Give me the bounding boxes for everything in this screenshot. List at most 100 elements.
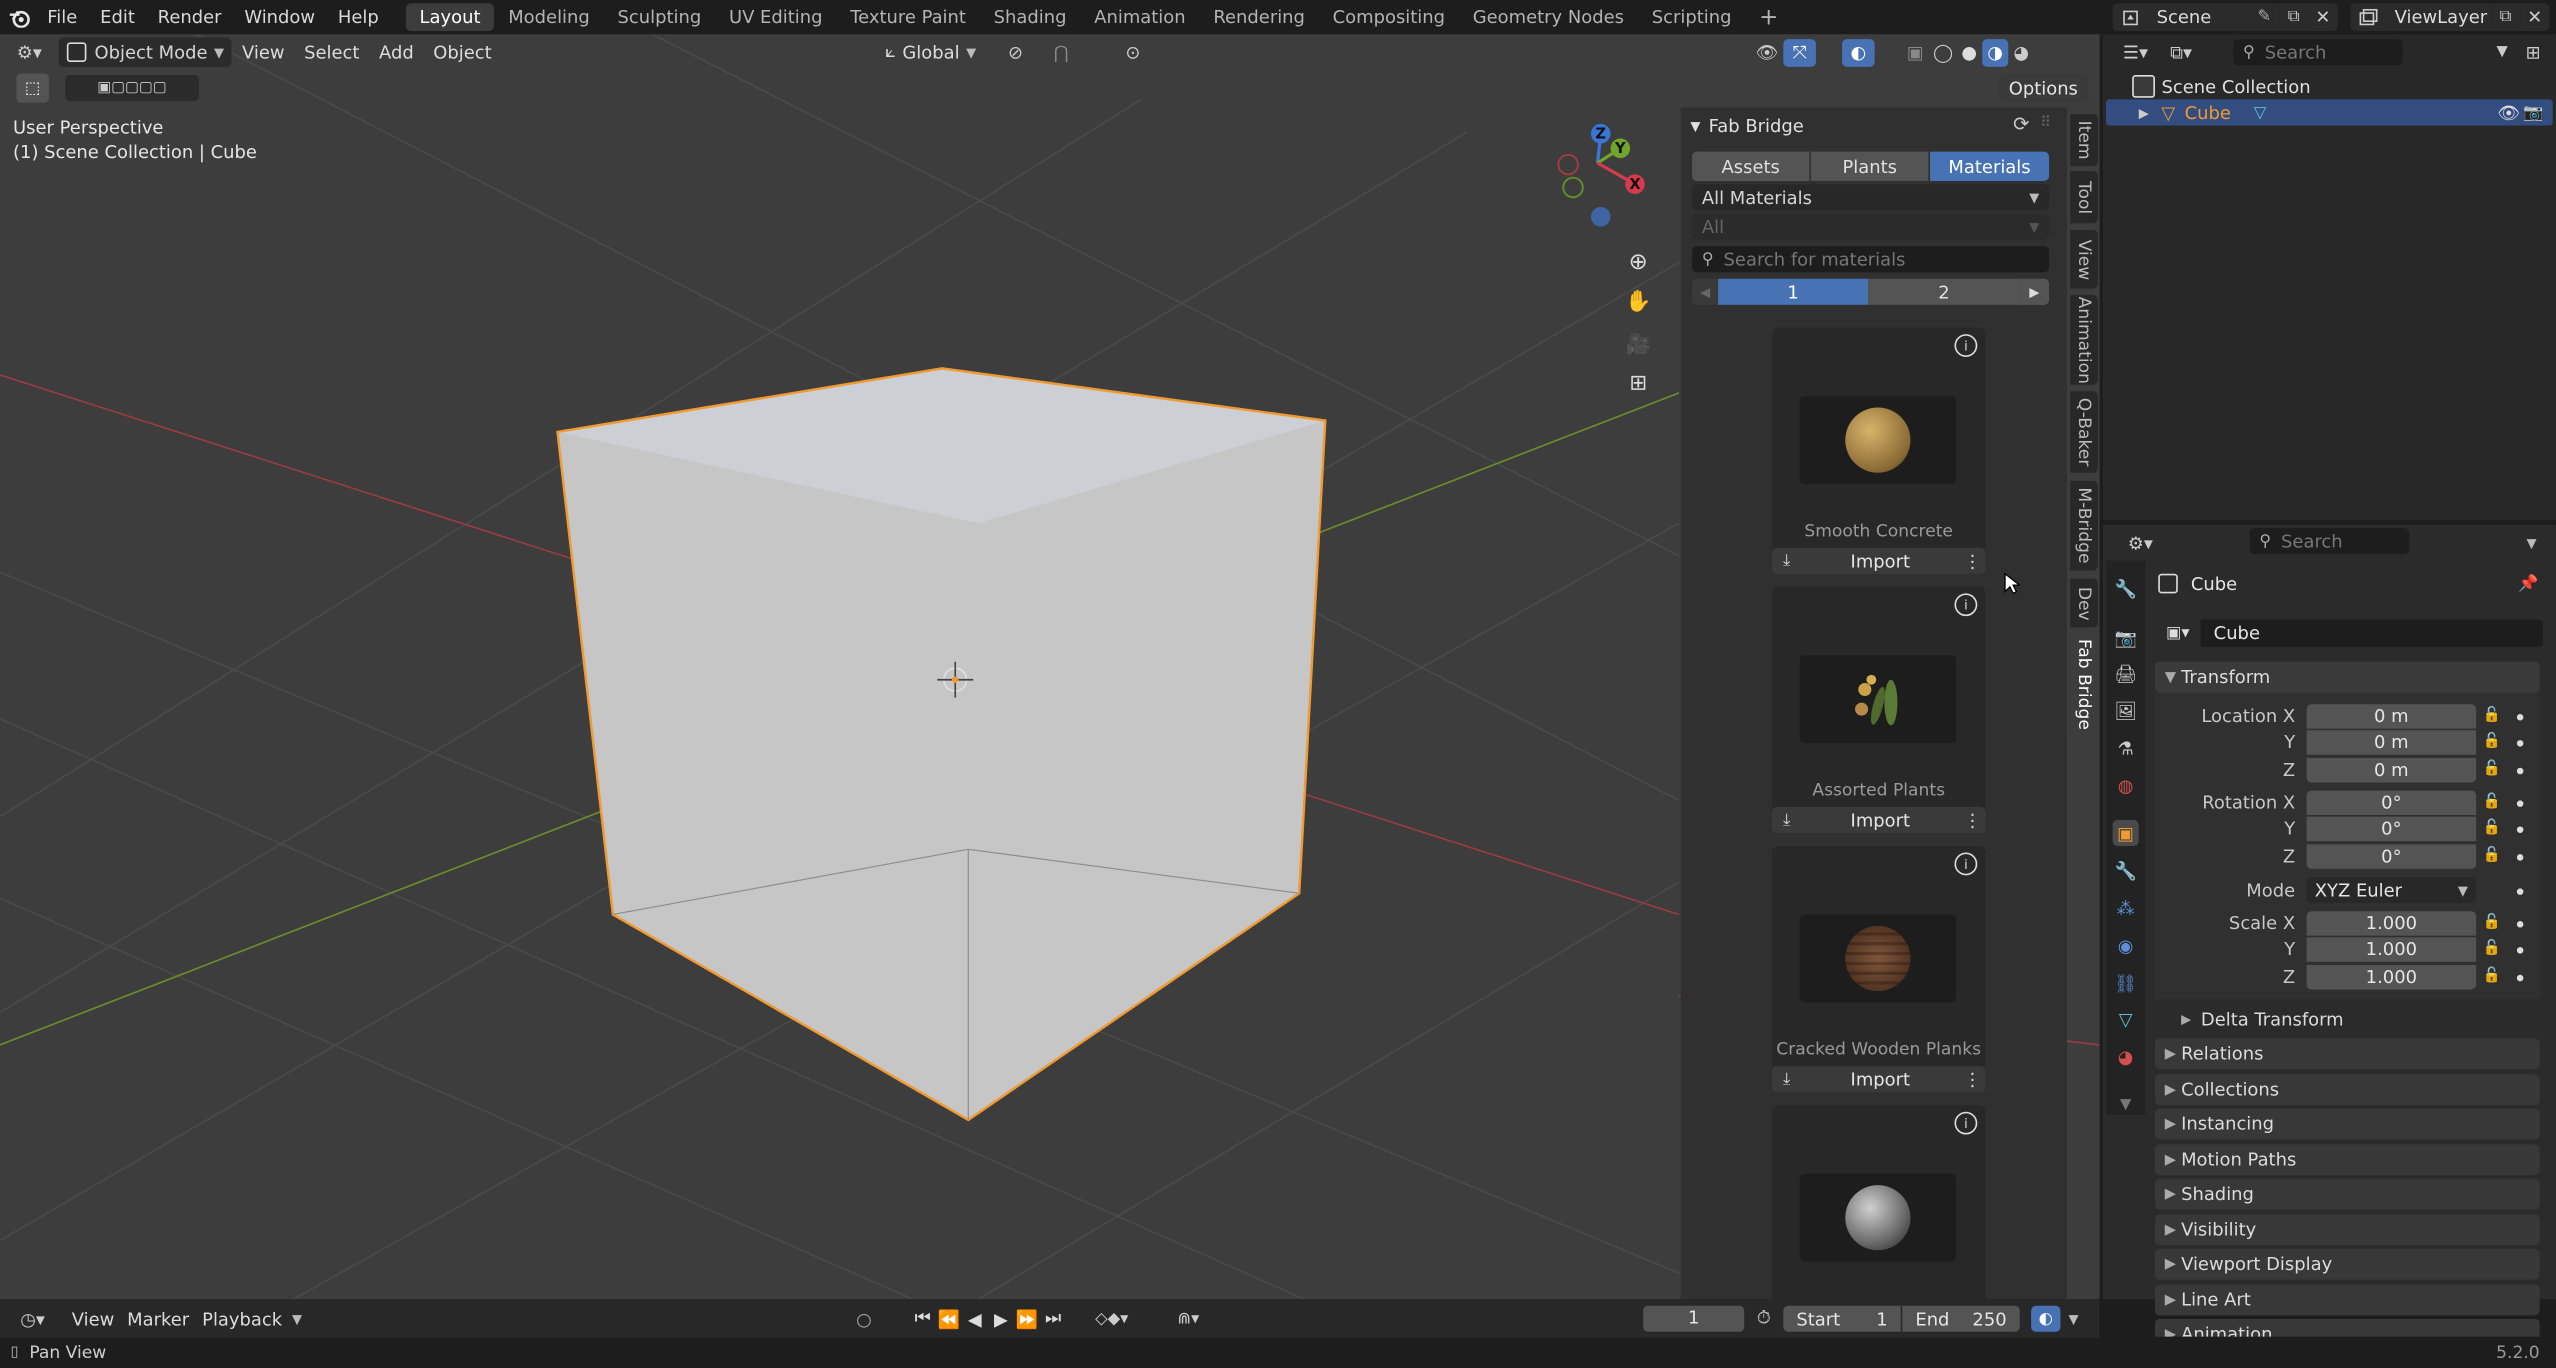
scene-icon[interactable]: ⚗ (2113, 735, 2139, 761)
orientation-selector[interactable]: ⟀ Global ▼ (885, 37, 976, 66)
pin-icon[interactable]: 📌 (2517, 572, 2540, 595)
more-options-icon[interactable]: ⋮ (1959, 1066, 1985, 1092)
wireframe-shading-icon[interactable]: ◯ (1930, 39, 1956, 67)
outliner-search[interactable]: ⚲ Search (2233, 39, 2403, 66)
side-tab-tool[interactable]: Tool (2070, 171, 2098, 224)
delta-transform-subpanel[interactable]: ▶ Delta Transform (2181, 1007, 2344, 1030)
keyframe-dot-icon[interactable] (2516, 713, 2524, 721)
tab-texture-paint[interactable]: Texture Paint (837, 3, 979, 31)
zoom-icon[interactable]: ⊕ (1620, 241, 1656, 282)
stopwatch-icon[interactable]: ⏱ (1751, 1306, 1777, 1332)
pin-icon[interactable]: ✎ (2249, 3, 2279, 31)
download-icon[interactable]: ⤓ (1772, 548, 1801, 574)
tab-compositing[interactable]: Compositing (1320, 3, 1458, 31)
output-icon[interactable]: 🖨 (2113, 660, 2139, 686)
lock-icon[interactable]: 🔓 (2483, 707, 2501, 723)
gizmo-toggle-icon[interactable]: ⤧ (1783, 39, 1816, 67)
overlay-toggle-icon[interactable]: ◐ (2031, 1305, 2061, 1332)
keyframe-dot-icon[interactable] (2516, 974, 2524, 982)
editor-type-icon[interactable]: ⚙▾ (7, 37, 53, 66)
panel-viewport-display[interactable]: ▶ Viewport Display (2154, 1248, 2540, 1280)
keyframe-dot-icon[interactable] (2516, 740, 2524, 747)
tab-sculpting[interactable]: Sculpting (604, 3, 714, 31)
constraints-icon[interactable]: ⛓ (2113, 970, 2139, 996)
transform-panel-header[interactable]: ▼ Transform (2154, 661, 2540, 693)
info-icon[interactable]: i (1954, 1111, 1978, 1135)
pan-hand-icon[interactable]: ✋ (1620, 282, 1656, 323)
panel-instancing[interactable]: ▶ Instancing (2154, 1108, 2540, 1140)
lock-icon[interactable]: 🔓 (2483, 734, 2501, 750)
properties-search[interactable]: ⚲ Search (2249, 528, 2410, 555)
selection-mode-icons[interactable]: ▣▢▢▢▢ (65, 74, 199, 102)
material-card[interactable]: i Assorted Plants ⤓ Import ⋮ (1771, 586, 1986, 833)
add-workspace-button[interactable]: + (1746, 3, 1791, 31)
editor-type-icon[interactable]: ◷▾ (10, 1304, 56, 1333)
menu-object[interactable]: Object (423, 37, 501, 66)
location-z-field[interactable]: 0 m (2306, 757, 2477, 783)
keyframe-dot-icon[interactable] (2516, 888, 2524, 895)
auto-keying-icon[interactable]: ⋒▾ (1166, 1306, 1212, 1332)
chevron-down-icon[interactable]: ▼ (2113, 1092, 2139, 1118)
lock-icon[interactable]: 🔓 (2483, 968, 2501, 984)
options-button[interactable]: Options (1998, 73, 2089, 103)
panel-line-art[interactable]: ▶ Line Art (2154, 1284, 2540, 1316)
download-icon[interactable]: ⤓ (1772, 1066, 1801, 1092)
rotation-x-field[interactable]: 0° (2306, 790, 2477, 816)
record-icon[interactable]: ○ (851, 1306, 877, 1332)
import-button[interactable]: Import (1801, 1066, 1959, 1092)
keyframe-dot-icon[interactable] (2516, 800, 2524, 807)
editor-type-icon[interactable]: ⚙▾ (2116, 530, 2165, 558)
side-tab-item[interactable]: Item (2070, 114, 2098, 167)
select-box-tool-icon[interactable]: ⬚ (16, 73, 49, 103)
new-collection-icon[interactable]: ⊞ (2520, 39, 2546, 65)
tab-layout[interactable]: Layout (406, 3, 494, 31)
material-card[interactable]: i Cracked Wooden Planks ⤓ Import ⋮ (1771, 846, 1986, 1093)
material-shading-icon[interactable]: ◑ (1982, 39, 2009, 67)
more-options-icon[interactable]: ⋮ (1959, 548, 1985, 574)
material-card[interactable]: i Smooth Concrete ⤓ Import ⋮ (1771, 327, 1986, 574)
more-options-icon[interactable]: ⋮ (1959, 807, 1985, 833)
visibility-icon[interactable]: 👁 (2497, 102, 2520, 123)
snap-icon[interactable]: ⋂ (1043, 39, 1079, 65)
side-tab-animation[interactable]: Animation (2070, 295, 2098, 385)
lock-icon[interactable]: 🔓 (2483, 914, 2501, 930)
view-layer-selector[interactable]: ViewLayer ⧉ ✕ (2350, 3, 2550, 31)
chevron-right-icon[interactable]: ▶ (2139, 105, 2149, 120)
jump-start-icon[interactable]: ⏮ (910, 1307, 936, 1330)
next-keyframe-icon[interactable]: ⏩ (1014, 1308, 1040, 1329)
keyframe-dot-icon[interactable] (2516, 947, 2524, 954)
side-tab-view[interactable]: View (2070, 229, 2098, 289)
keyframe-dot-icon[interactable] (2516, 921, 2524, 928)
page-2-button[interactable]: 2 (1868, 278, 2020, 305)
material-search-field[interactable]: ⚲ Search for materials (1692, 246, 2050, 273)
jump-end-icon[interactable]: ⏭ (1040, 1307, 1066, 1330)
physics-icon[interactable]: ◉ (2113, 932, 2139, 958)
menu-select[interactable]: Select (294, 37, 369, 66)
timeline-menu-playback[interactable]: Playback ▼ (192, 1304, 302, 1333)
solid-shading-icon[interactable]: ● (1956, 39, 1982, 67)
keyframe-dot-icon[interactable] (2516, 826, 2524, 833)
tab-rendering[interactable]: Rendering (1200, 3, 1318, 31)
lock-icon[interactable]: 🔓 (2483, 848, 2501, 864)
delete-view-layer-icon[interactable]: ✕ (2520, 3, 2550, 31)
panel-visibility[interactable]: ▶ Visibility (2154, 1214, 2540, 1246)
keyframe-dot-icon[interactable] (2516, 767, 2524, 775)
new-view-layer-icon[interactable]: ⧉ (2490, 3, 2521, 31)
material-icon[interactable]: ◕ (2113, 1043, 2139, 1069)
particles-icon[interactable]: ⁂ (2113, 895, 2139, 921)
current-frame-field[interactable]: 1 (1643, 1305, 1745, 1332)
scene-selector[interactable]: Scene ✎ ⧉ ✕ (2112, 3, 2338, 31)
overlays-icon[interactable]: ◐ (1842, 39, 1875, 67)
rotation-mode-dropdown[interactable]: XYZ Euler ▼ (2306, 876, 2477, 904)
blender-logo-icon[interactable] (3, 0, 36, 34)
page-1-button[interactable]: 1 (1718, 278, 1869, 305)
location-x-field[interactable]: 0 m (2306, 704, 2477, 729)
tab-assets[interactable]: Assets (1692, 151, 1810, 181)
tab-modeling[interactable]: Modeling (495, 3, 603, 31)
fab-panel-header[interactable]: ▼ Fab Bridge (1690, 114, 1803, 137)
keying-icon[interactable]: ◇◆▾ (1079, 1306, 1144, 1332)
view-layer-icon[interactable]: 🖼 (2113, 698, 2139, 724)
play-icon[interactable]: ▶ (988, 1308, 1014, 1329)
tab-uv-editing[interactable]: UV Editing (716, 3, 836, 31)
prev-page-icon[interactable]: ◀ (1692, 278, 1719, 305)
